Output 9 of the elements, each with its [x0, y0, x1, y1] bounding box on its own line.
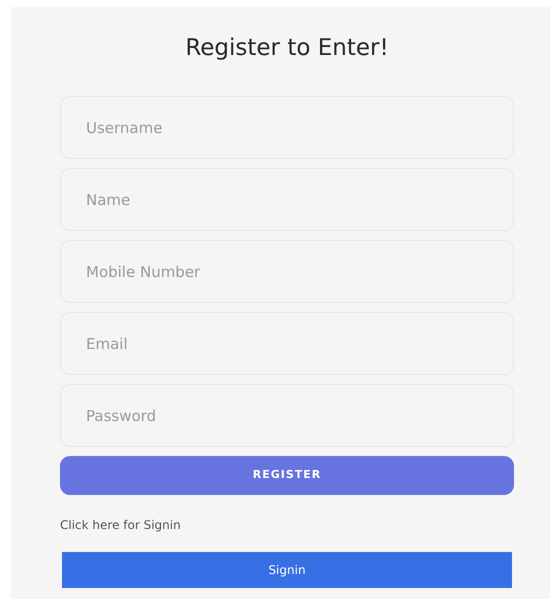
register-button[interactable]: REGISTER: [60, 456, 514, 495]
input-field[interactable]: Mobile Number: [60, 240, 514, 303]
input-field[interactable]: Password: [60, 384, 514, 447]
input-field[interactable]: Name: [60, 168, 514, 231]
input-field[interactable]: Email: [60, 312, 514, 375]
signin-prompt: Click here for Signin: [60, 517, 181, 534]
signin-button[interactable]: Signin: [62, 552, 512, 588]
input-field[interactable]: Username: [60, 96, 514, 159]
form-title: Register to Enter!: [184, 34, 390, 63]
